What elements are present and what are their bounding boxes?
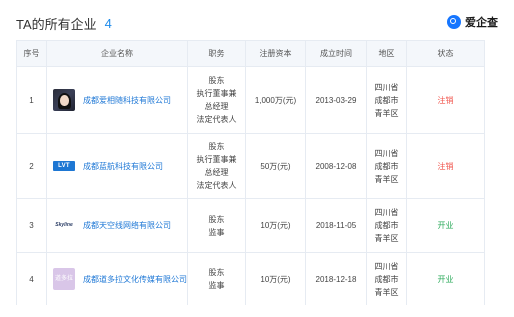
- col-header-founded: 成立时间: [305, 40, 367, 67]
- table-header-row: 序号 企业名称 职务 注册资本 成立时间 地区 状态: [16, 40, 485, 67]
- role-text: 监事: [208, 227, 225, 237]
- brand-name: 爱企查: [465, 17, 498, 29]
- company-name-link[interactable]: 成都爱相随科技有限公司: [83, 94, 171, 107]
- region-text: 四川省: [374, 148, 399, 158]
- region-text: 青羊区: [374, 174, 399, 184]
- capital-cell: 1,000万(元): [245, 66, 306, 134]
- role-text: 股东: [208, 76, 225, 85]
- logo-text: 道多拉: [54, 275, 73, 282]
- region-text: 青羊区: [374, 234, 399, 243]
- capital-cell: 10万(元): [245, 252, 306, 305]
- company-logo: Skyline: [53, 214, 75, 237]
- role-text: 股东: [208, 214, 225, 224]
- capital-cell: 50万(元): [245, 133, 306, 199]
- col-header-region: 地区: [366, 40, 407, 67]
- role-text: 法定代表人: [196, 181, 237, 190]
- founded-cell: 2008-12-08: [305, 133, 367, 199]
- company-count: 4: [104, 15, 112, 31]
- role-cell: 股东 监事: [187, 198, 246, 253]
- company-name-link[interactable]: 成都道多拉文化传媒有限公司: [83, 273, 187, 286]
- founded-cell: 2018-11-05: [305, 198, 367, 253]
- row-index: 4: [16, 252, 47, 305]
- status-badge: 开业: [406, 198, 485, 253]
- region-text: 成都市: [374, 274, 399, 284]
- status-badge: 注销: [406, 133, 485, 199]
- company-cell[interactable]: 成都爱相随科技有限公司: [46, 66, 188, 134]
- section-header: TA的所有企业 4: [16, 14, 112, 32]
- role-text: 法定代表人: [196, 115, 237, 124]
- region-cell: 四川省 成都市 青羊区: [366, 252, 407, 305]
- role-text: 总经理: [204, 102, 229, 111]
- region-cell: 四川省 成都市 青羊区: [366, 198, 407, 253]
- status-badge: 注销: [406, 66, 485, 134]
- company-cell[interactable]: Skyline 成都天空线网络有限公司: [46, 198, 188, 253]
- section-title: TA的所有企业: [16, 16, 97, 32]
- qcc-logo-icon: [447, 15, 461, 29]
- role-text: 总经理: [204, 168, 229, 177]
- row-index: 3: [16, 198, 47, 253]
- role-cell: 股东 执行董事兼 总经理 法定代表人: [187, 66, 246, 134]
- table-row: 2 LVT 成都蓝航科技有限公司 股东 执行董事兼 总经理 法定代表人 50万(…: [16, 133, 485, 199]
- region-text: 四川省: [374, 208, 399, 217]
- brand-badge[interactable]: 爱企查: [447, 14, 498, 30]
- company-cell[interactable]: 道多拉 成都道多拉文化传媒有限公司: [46, 252, 188, 305]
- company-name-link[interactable]: 成都蓝航科技有限公司: [83, 160, 163, 173]
- region-text: 成都市: [374, 221, 399, 230]
- role-text: 执行董事兼: [196, 155, 237, 164]
- col-header-capital: 注册资本: [245, 40, 306, 67]
- col-header-index: 序号: [16, 40, 47, 67]
- company-logo: LVT: [53, 155, 75, 177]
- region-text: 青羊区: [374, 108, 399, 118]
- region-text: 成都市: [374, 95, 399, 105]
- company-logo: 道多拉: [53, 268, 75, 290]
- status-badge: 开业: [406, 252, 485, 305]
- region-cell: 四川省 成都市 青羊区: [366, 66, 407, 134]
- region-text: 成都市: [374, 161, 399, 171]
- role-text: 股东: [208, 142, 225, 151]
- founded-cell: 2013-03-29: [305, 66, 367, 134]
- role-cell: 股东 执行董事兼 总经理 法定代表人: [187, 133, 246, 199]
- col-header-company: 企业名称: [46, 40, 188, 67]
- company-name-link[interactable]: 成都天空线网络有限公司: [83, 219, 171, 232]
- capital-cell: 10万(元): [245, 198, 306, 253]
- role-cell: 股东 监事: [187, 252, 246, 305]
- role-text: 监事: [208, 281, 225, 290]
- region-text: 四川省: [374, 261, 399, 271]
- company-logo: [53, 89, 75, 111]
- row-index: 2: [16, 133, 47, 199]
- companies-table: 序号 企业名称 职务 注册资本 成立时间 地区 状态 1 成都爱相随科技有限公司…: [16, 40, 485, 305]
- logo-text: Skyline: [55, 222, 73, 228]
- row-index: 1: [16, 66, 47, 134]
- table-row: 1 成都爱相随科技有限公司 股东 执行董事兼 总经理 法定代表人 1,000万(…: [16, 66, 485, 134]
- region-cell: 四川省 成都市 青羊区: [366, 133, 407, 199]
- col-header-status: 状态: [406, 40, 485, 67]
- region-text: 青羊区: [374, 287, 399, 297]
- col-header-role: 职务: [187, 40, 246, 67]
- table-row: 3 Skyline 成都天空线网络有限公司 股东 监事 10万(元) 2018-…: [16, 198, 485, 253]
- company-cell[interactable]: LVT 成都蓝航科技有限公司: [46, 133, 188, 199]
- table-row: 4 道多拉 成都道多拉文化传媒有限公司 股东 监事 10万(元) 2018-12…: [16, 252, 485, 305]
- founded-cell: 2018-12-18: [305, 252, 367, 305]
- role-text: 股东: [208, 268, 225, 277]
- role-text: 执行董事兼: [196, 89, 237, 98]
- logo-text: LVT: [53, 161, 75, 171]
- region-text: 四川省: [374, 82, 399, 92]
